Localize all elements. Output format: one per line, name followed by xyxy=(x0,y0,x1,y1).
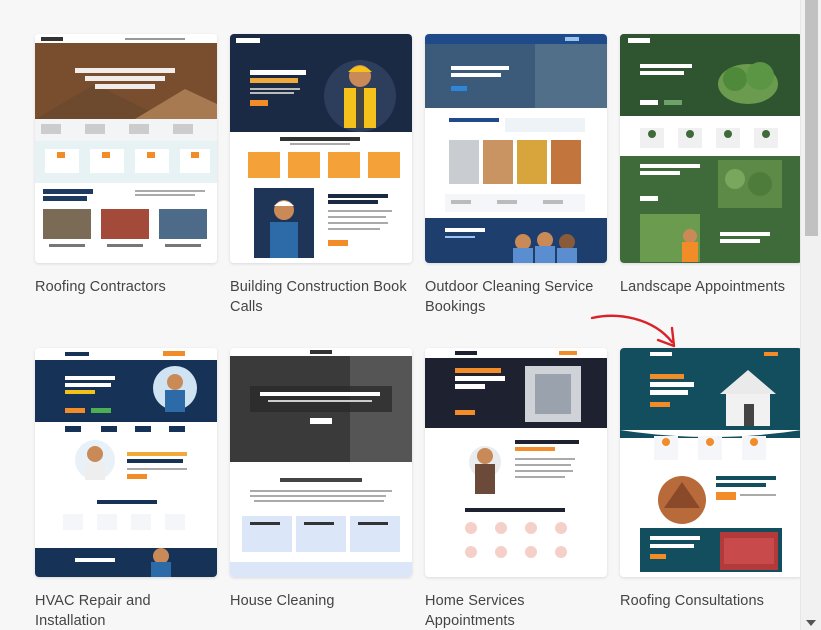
scroll-down-arrow-icon[interactable] xyxy=(806,620,816,626)
template-thumbnail[interactable] xyxy=(35,34,217,263)
template-thumbnail[interactable] xyxy=(425,34,607,263)
template-title[interactable]: Outdoor Cleaning Service Bookings xyxy=(425,277,607,317)
template-title[interactable]: Home Services Appointments xyxy=(425,591,607,630)
scrollbar-thumb[interactable] xyxy=(805,0,818,236)
template-title[interactable]: HVAC Repair and Installation xyxy=(35,591,217,630)
template-card-hvac[interactable]: HVAC Repair and Installation xyxy=(35,348,217,630)
template-card-outdoor-cleaning[interactable]: Outdoor Cleaning Service Bookings xyxy=(425,34,607,317)
template-thumbnail[interactable] xyxy=(230,348,412,577)
template-thumbnail[interactable] xyxy=(35,348,217,577)
template-card-building-construction[interactable]: Building Construction Book Calls xyxy=(230,34,412,317)
template-card-roofing-contractors[interactable]: Roofing Contractors xyxy=(35,34,217,297)
template-title[interactable]: Landscape Appointments xyxy=(620,277,802,297)
template-thumbnail[interactable] xyxy=(620,34,802,263)
template-card-roofing-consultations[interactable]: Roofing Consultations xyxy=(620,348,802,611)
template-title[interactable]: Roofing Contractors xyxy=(35,277,217,297)
vertical-scrollbar[interactable] xyxy=(800,0,821,630)
template-card-house-cleaning[interactable]: House Cleaning xyxy=(230,348,412,611)
template-thumbnail[interactable] xyxy=(230,34,412,263)
template-card-home-services[interactable]: Home Services Appointments xyxy=(425,348,607,630)
template-title[interactable]: Roofing Consultations xyxy=(620,591,802,611)
template-thumbnail[interactable] xyxy=(620,348,802,577)
template-title[interactable]: House Cleaning xyxy=(230,591,412,611)
template-gallery-page: Roofing Contractors Building Constructio… xyxy=(0,0,821,630)
template-card-landscape[interactable]: Landscape Appointments xyxy=(620,34,802,297)
template-thumbnail[interactable] xyxy=(425,348,607,577)
annotation-arrow-icon xyxy=(590,314,676,348)
template-title[interactable]: Building Construction Book Calls xyxy=(230,277,412,317)
